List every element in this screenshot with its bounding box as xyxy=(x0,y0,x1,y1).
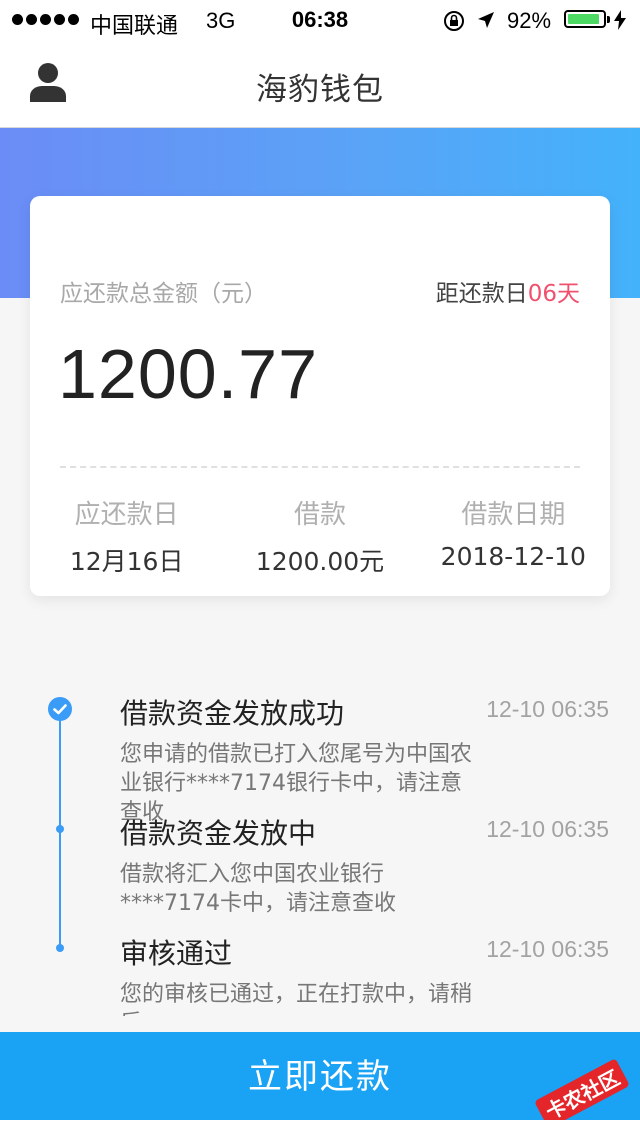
battery-percent: 92% xyxy=(507,8,552,33)
location-arrow-icon xyxy=(478,12,494,28)
total-amount-label: 应还款总金额（元） xyxy=(60,281,267,307)
status-bar: 中国联通 3G 06:38 92% xyxy=(0,0,640,40)
loan-date-label: 借款日期 xyxy=(461,500,566,530)
countdown-prefix: 距还款日 xyxy=(435,281,528,307)
battery-icon xyxy=(564,10,610,28)
timeline-dot xyxy=(56,944,64,952)
due-countdown: 距还款日06天 xyxy=(436,274,580,308)
loan-date-value: 2018-12-10 xyxy=(440,542,586,571)
loan-date-column: 借款日期 2018-12-10 xyxy=(417,494,610,578)
timeline-title: 借款资金发放成功 xyxy=(120,697,345,730)
loan-amount-label: 借款 xyxy=(293,500,346,530)
timeline-time: 12-10 06:35 xyxy=(486,816,609,842)
check-circle-icon xyxy=(48,697,72,721)
loan-amount-value: 1200.00元 xyxy=(255,547,385,576)
timeline-description: 您的审核已通过，正在打款中，请稍后 xyxy=(120,982,473,1016)
countdown-days: 06天 xyxy=(527,281,580,307)
timeline-title: 借款资金发放中 xyxy=(120,817,317,850)
rotation-lock-icon xyxy=(444,11,464,31)
timeline-time: 12-10 06:35 xyxy=(486,696,609,722)
loan-amount-column: 借款 1200.00元 xyxy=(223,494,416,578)
loan-details: 应还款日 12月16日 借款 1200.00元 借款日期 2018-12-10 xyxy=(30,494,610,578)
timeline-title: 审核通过 xyxy=(120,937,233,970)
timeline-dot xyxy=(56,825,64,833)
nav-bar: 海豹钱包 xyxy=(0,40,640,128)
timeline-time: 12-10 06:35 xyxy=(486,936,609,962)
page-title: 海豹钱包 xyxy=(256,72,384,108)
repayment-summary-card: 应还款总金额（元） 距还款日06天 1200.77 应还款日 12月16日 借款… xyxy=(30,196,610,596)
due-date-value: 12月16日 xyxy=(69,547,184,576)
total-amount-value: 1200.77 xyxy=(58,335,319,413)
due-date-label: 应还款日 xyxy=(74,500,179,530)
charging-bolt-icon xyxy=(614,10,626,30)
bottom-strip xyxy=(0,1120,640,1136)
dashed-divider xyxy=(60,466,580,468)
loan-progress-timeline: 借款资金发放成功 12-10 06:35 您申请的借款已打入您尾号为中国农业银行… xyxy=(0,660,640,1016)
due-date-column: 应还款日 12月16日 xyxy=(30,494,223,578)
timeline-description: 借款将汇入您中国农业银行****7174卡中，请注意查收 xyxy=(120,862,396,916)
